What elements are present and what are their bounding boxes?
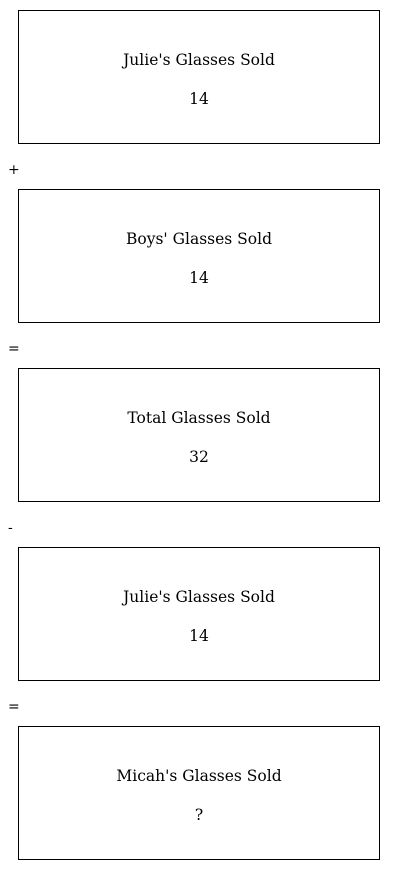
box-value: 32 (189, 448, 209, 466)
box-label: Total Glasses Sold (127, 409, 271, 427)
box-boys-glasses-sold: Boys' Glasses Sold 14 (18, 189, 380, 323)
box-value: 14 (189, 627, 209, 645)
box-value: 14 (189, 90, 209, 108)
box-label: Micah's Glasses Sold (116, 767, 282, 785)
box-label: Julie's Glasses Sold (123, 588, 275, 606)
plus-operator: + (8, 162, 20, 178)
equals-operator: = (8, 699, 20, 715)
box-julies-glasses-sold: Julie's Glasses Sold 14 (18, 10, 380, 144)
box-value: ? (194, 806, 204, 824)
box-value: 14 (189, 269, 209, 287)
box-julies-glasses-sold-repeat: Julie's Glasses Sold 14 (18, 547, 380, 681)
minus-operator: - (8, 520, 13, 536)
box-label: Julie's Glasses Sold (123, 51, 275, 69)
box-label: Boys' Glasses Sold (126, 230, 272, 248)
box-micahs-glasses-sold: Micah's Glasses Sold ? (18, 726, 380, 860)
box-total-glasses-sold: Total Glasses Sold 32 (18, 368, 380, 502)
equals-operator: = (8, 341, 20, 357)
